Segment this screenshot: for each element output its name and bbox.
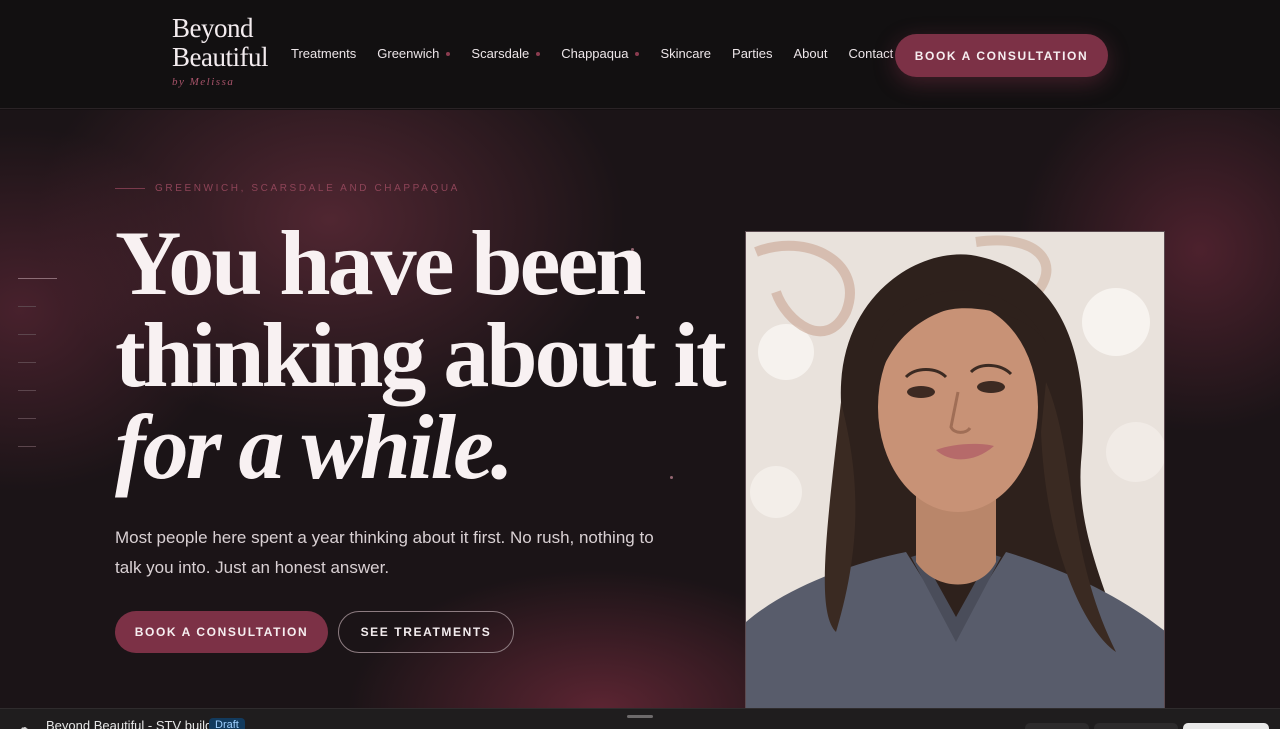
publish-button[interactable] [1183, 723, 1269, 729]
slide-tick-active[interactable] [18, 278, 57, 279]
slide-tick[interactable] [18, 418, 36, 419]
cloud-icon: ☁ [18, 722, 29, 729]
nav-label: Contact [848, 46, 894, 61]
toolbar-button[interactable] [1025, 723, 1089, 729]
logo-name-line2: Beautiful [172, 42, 268, 72]
slide-tick[interactable] [18, 390, 36, 391]
main-nav: Treatments Greenwich Scarsdale Chappaqua… [291, 46, 914, 61]
slide-tick[interactable] [18, 446, 36, 447]
nav-item-scarsdale[interactable]: Scarsdale [471, 46, 541, 61]
slide-indicator [18, 278, 57, 474]
logo-tagline: by Melissa [172, 76, 235, 88]
headline-line-2: thinking about it [115, 304, 727, 406]
eyebrow-text: GREENWICH, SCARSDALE AND CHAPPAQUA [155, 183, 460, 194]
drag-handle-icon[interactable] [627, 715, 653, 718]
portrait-image [746, 232, 1164, 708]
logo-name-line1: Beyond [172, 13, 253, 43]
nav-label: Chappaqua [561, 46, 629, 61]
nav-label: Treatments [291, 46, 357, 61]
nav-item-about[interactable]: About [794, 46, 828, 61]
slide-tick[interactable] [18, 362, 36, 363]
dropdown-dot-icon [635, 51, 640, 56]
dropdown-dot-icon [536, 51, 541, 56]
hero-section: GREENWICH, SCARSDALE AND CHAPPAQUA You h… [0, 110, 1280, 708]
nav-item-treatments[interactable]: Treatments [291, 46, 356, 61]
nav-item-skincare[interactable]: Skincare [660, 46, 711, 61]
see-treatments-button[interactable]: SEE TREATMENTS [338, 611, 514, 653]
project-title: Beyond Beautiful - STV build [46, 718, 213, 729]
brand-logo[interactable]: Beyond Beautiful by Melissa [172, 13, 268, 89]
headline-line-3: for a while. [115, 396, 514, 498]
eyebrow-rule [115, 188, 145, 189]
dropdown-dot-icon [446, 51, 451, 56]
editor-bottom-bar: ☁ Beyond Beautiful - STV build Draft [0, 708, 1280, 729]
nav-label: About [793, 46, 828, 61]
hero-headline: You have been thinking about it for a wh… [115, 212, 727, 498]
hero-subtext: Most people here spent a year thinking a… [115, 528, 654, 577]
nav-label: Greenwich [377, 46, 440, 61]
draft-badge: Draft [209, 718, 245, 729]
toolbar-button[interactable] [1094, 723, 1178, 729]
nav-item-parties[interactable]: Parties [732, 46, 772, 61]
header-book-consultation-button[interactable]: BOOK A CONSULTATION [895, 34, 1108, 77]
headline-line-1: You have been [115, 212, 646, 314]
site-header: Beyond Beautiful by Melissa Treatments G… [0, 0, 1280, 109]
nav-label: Parties [732, 46, 773, 61]
hero-book-consultation-button[interactable]: BOOK A CONSULTATION [115, 611, 328, 653]
slide-tick[interactable] [18, 306, 36, 307]
nav-item-contact[interactable]: Contact [848, 46, 893, 61]
nav-item-greenwich[interactable]: Greenwich [377, 46, 451, 61]
nav-label: Scarsdale [471, 46, 530, 61]
hero-eyebrow: GREENWICH, SCARSDALE AND CHAPPAQUA [115, 183, 460, 194]
portrait-photo [745, 231, 1165, 708]
nav-item-chappaqua[interactable]: Chappaqua [561, 46, 640, 61]
slide-tick[interactable] [18, 334, 36, 335]
nav-label: Skincare [660, 46, 712, 61]
